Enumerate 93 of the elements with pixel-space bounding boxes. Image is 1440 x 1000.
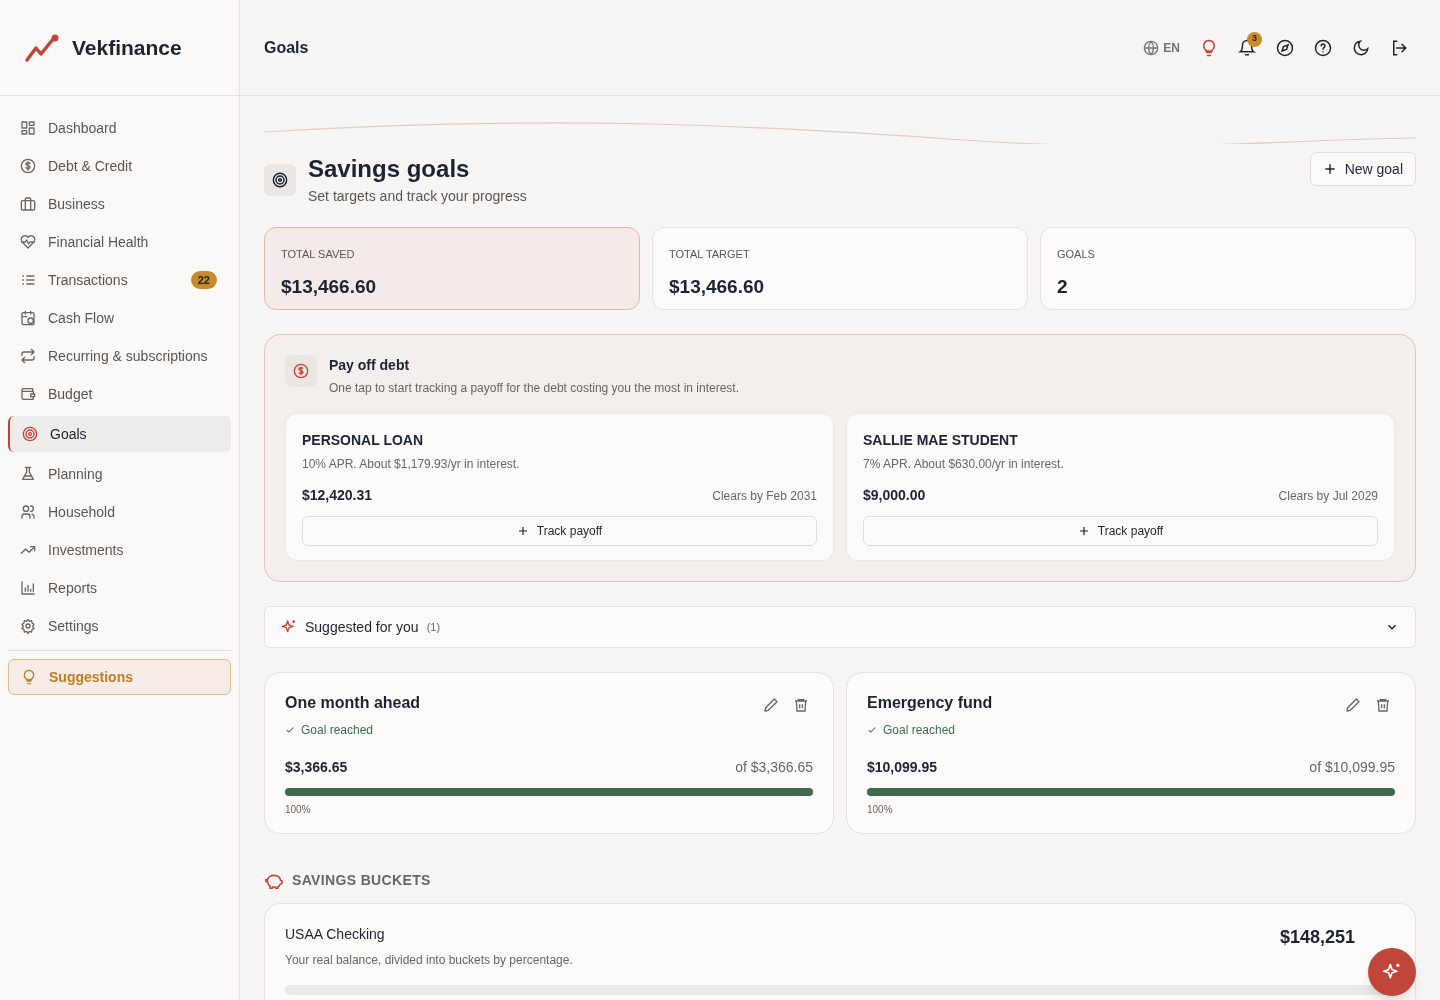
brand-name: Vekfinance bbox=[72, 34, 182, 61]
stat-value: $13,466.60 bbox=[281, 274, 378, 299]
repeat-icon bbox=[20, 348, 36, 364]
bar-chart-icon bbox=[20, 580, 36, 596]
sidebar-item[interactable]: Budget bbox=[8, 378, 231, 410]
sidebar-item[interactable]: Debt & Credit bbox=[8, 150, 231, 182]
account-name: USAA Checking bbox=[285, 925, 386, 944]
stat-value: 2 bbox=[1057, 274, 1069, 299]
track-payoff-button[interactable]: Track payoff bbox=[302, 516, 817, 546]
target-icon bbox=[272, 172, 288, 188]
section-heading: SAVINGS BUCKETS bbox=[292, 871, 431, 890]
debt-name: SALLIE MAE STUDENT bbox=[863, 431, 1019, 450]
debt-detail: 10% APR. About $1,179.93/yr in interest. bbox=[302, 456, 521, 473]
heart-pulse-icon bbox=[20, 234, 36, 250]
target-amount: of $10,099.95 bbox=[1309, 758, 1395, 777]
stat-label: TOTAL SAVED bbox=[281, 247, 356, 262]
sidebar-item[interactable]: Business bbox=[8, 188, 231, 220]
sidebar-item[interactable]: Settings bbox=[8, 610, 231, 642]
sidebar-item[interactable]: Recurring & subscriptions bbox=[8, 340, 231, 372]
clear-date: Clears by Feb 2031 bbox=[712, 487, 817, 505]
globe-icon bbox=[1143, 39, 1160, 56]
sidebar-item[interactable]: Goals bbox=[8, 416, 231, 452]
notification-badge: 3 bbox=[1247, 31, 1262, 47]
list-icon bbox=[20, 272, 36, 288]
sidebar-item[interactable]: Household bbox=[8, 496, 231, 528]
suggested-title: Suggested for you bbox=[305, 617, 419, 637]
progress-percent: 100% bbox=[285, 803, 312, 817]
debt-detail: 7% APR. About $630.00/yr in interest. bbox=[863, 456, 1065, 473]
sparkle-icon bbox=[281, 619, 297, 635]
debt-balance: $9,000.00 bbox=[863, 486, 926, 505]
plus-icon bbox=[1322, 162, 1337, 176]
lightbulb-icon[interactable] bbox=[1200, 38, 1218, 57]
stat-label: GOALS bbox=[1057, 247, 1096, 262]
goal-status: Goal reached bbox=[867, 721, 993, 739]
language-button[interactable]: EN bbox=[1143, 38, 1180, 57]
help-icon[interactable] bbox=[1314, 38, 1332, 57]
debt-balance: $12,420.31 bbox=[302, 486, 373, 505]
wallet-icon bbox=[20, 386, 36, 402]
compass-icon[interactable] bbox=[1276, 38, 1294, 57]
check-icon bbox=[285, 725, 295, 735]
sidebar-item[interactable]: Investments bbox=[8, 534, 231, 566]
calendar-clock-icon bbox=[20, 310, 36, 326]
stat-label: TOTAL TARGET bbox=[669, 247, 751, 262]
sidebar-item[interactable]: Planning bbox=[8, 458, 231, 490]
trash-icon[interactable] bbox=[1375, 697, 1391, 713]
goal-name: Emergency fund bbox=[867, 693, 993, 713]
dollar-circle-icon bbox=[293, 363, 309, 379]
payoff-title: Pay off debt bbox=[329, 356, 411, 375]
gear-icon bbox=[20, 618, 36, 634]
saved-amount: $10,099.95 bbox=[867, 758, 938, 777]
target-amount: of $3,366.65 bbox=[735, 758, 813, 777]
plus-icon bbox=[1077, 525, 1090, 537]
payoff-description: One tap to start tracking a payoff for the debt costing you the most in interest. bbox=[329, 380, 739, 397]
logo-icon bbox=[24, 32, 60, 63]
goal-status: Goal reached bbox=[285, 721, 421, 739]
sparkle-icon bbox=[1382, 962, 1402, 982]
users-icon bbox=[20, 504, 36, 520]
clear-date: Clears by Jul 2029 bbox=[1278, 487, 1378, 505]
sidebar-item[interactable]: Financial Health bbox=[8, 226, 231, 258]
sidebar-item[interactable]: Reports bbox=[8, 572, 231, 604]
grid-icon bbox=[20, 120, 36, 136]
saved-amount: $3,366.65 bbox=[285, 758, 348, 777]
page-subtitle: Set targets and track your progress bbox=[308, 187, 527, 206]
piggy-bank-icon bbox=[264, 872, 284, 889]
target-icon bbox=[22, 426, 38, 442]
count-badge: 22 bbox=[190, 271, 217, 289]
sidebar-item[interactable]: Transactions 22 bbox=[8, 264, 231, 296]
moon-icon[interactable] bbox=[1352, 38, 1370, 57]
briefcase-icon bbox=[20, 196, 36, 212]
new-goal-button[interactable]: New goal bbox=[1309, 152, 1416, 186]
page-header-title: Goals bbox=[264, 37, 309, 58]
page-title: Savings goals bbox=[308, 154, 471, 184]
sidebar-item[interactable]: Dashboard bbox=[8, 112, 231, 144]
track-payoff-button[interactable]: Track payoff bbox=[863, 516, 1378, 546]
suggested-count: (1) bbox=[426, 619, 441, 635]
bucket-description: Your real balance, divided into buckets by percentage. bbox=[285, 952, 573, 969]
edit-pencil-icon[interactable] bbox=[1345, 697, 1361, 713]
account-balance: $148,251 bbox=[1279, 926, 1355, 949]
suggested-section-toggle[interactable]: Suggested for you (1) bbox=[264, 606, 1416, 648]
stat-value: $13,466.60 bbox=[669, 274, 766, 299]
debt-name: PERSONAL LOAN bbox=[302, 431, 425, 450]
goal-name: One month ahead bbox=[285, 693, 421, 713]
logout-icon[interactable] bbox=[1390, 38, 1408, 57]
plus-icon bbox=[516, 525, 529, 537]
progress-percent: 100% bbox=[867, 803, 894, 817]
dollar-circle-icon bbox=[20, 158, 36, 174]
notifications-button[interactable]: 3 bbox=[1238, 31, 1262, 57]
lightbulb-icon bbox=[21, 669, 37, 685]
check-icon bbox=[867, 725, 877, 735]
trash-icon[interactable] bbox=[793, 697, 809, 713]
sidebar-item[interactable]: Cash Flow bbox=[8, 302, 231, 334]
flask-icon bbox=[20, 466, 36, 482]
edit-pencil-icon[interactable] bbox=[763, 697, 779, 713]
